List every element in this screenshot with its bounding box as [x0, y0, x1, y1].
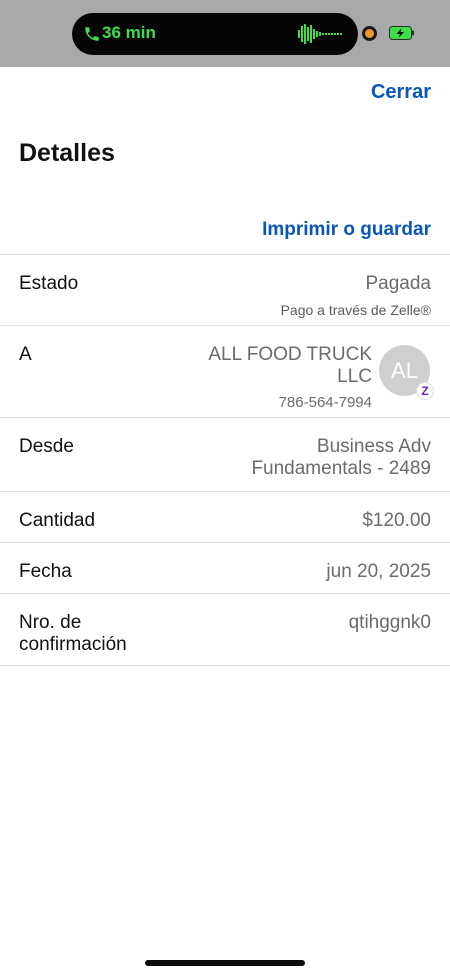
- recipient-name-line2: LLC: [337, 366, 372, 387]
- recipient-name: ALL FOOD TRUCK LLC: [192, 344, 372, 388]
- camera-indicator-icon: [362, 26, 377, 41]
- amount-row: Cantidad $120.00: [0, 491, 450, 542]
- from-account-line1: Business Adv: [316, 436, 431, 457]
- payment-method-note: Pago a través de Zelle®: [280, 302, 431, 318]
- status-label: Estado: [19, 273, 79, 294]
- status-row: Estado Pagada Pago a través de Zelle®: [0, 254, 450, 325]
- home-indicator[interactable]: [145, 960, 305, 966]
- from-account: Business Adv Fundamentals - 2489: [251, 436, 431, 480]
- confirmation-label-line1: Nro. de: [19, 612, 82, 633]
- phone-icon: [85, 27, 99, 41]
- date-value: jun 20, 2025: [326, 561, 431, 582]
- from-account-line2: Fundamentals - 2489: [251, 458, 431, 479]
- confirmation-label-line2: confirmación: [19, 634, 127, 655]
- zelle-icon: Z: [416, 382, 434, 400]
- amount-label: Cantidad: [19, 510, 96, 531]
- date-row: Fecha jun 20, 2025: [0, 542, 450, 593]
- date-label: Fecha: [19, 561, 72, 582]
- status-value: Pagada: [365, 273, 431, 294]
- page-title: Detalles: [19, 139, 115, 167]
- status-bar: 36 min: [0, 0, 450, 67]
- waveform-icon: [298, 24, 342, 44]
- recipient-name-line1: ALL FOOD TRUCK: [208, 344, 372, 365]
- from-label: Desde: [19, 436, 74, 457]
- divider: [0, 665, 450, 666]
- call-duration: 36 min: [102, 23, 156, 42]
- recipient-row[interactable]: A ALL FOOD TRUCK LLC 786-564-7994 AL Z: [0, 325, 450, 417]
- confirmation-row: Nro. de confirmación qtihggnk0: [0, 593, 450, 665]
- from-row: Desde Business Adv Fundamentals - 2489: [0, 417, 450, 491]
- print-or-save-button[interactable]: Imprimir o guardar: [262, 219, 431, 241]
- close-button[interactable]: Cerrar: [371, 81, 431, 104]
- amount-value: $120.00: [362, 510, 431, 531]
- confirmation-label: Nro. de confirmación: [19, 612, 127, 656]
- battery-charging-icon: [389, 26, 414, 40]
- recipient-label: A: [19, 344, 32, 365]
- dynamic-island[interactable]: 36 min: [72, 13, 358, 55]
- confirmation-value: qtihggnk0: [348, 612, 431, 633]
- details-sheet: Cerrar Detalles Imprimir o guardar Estad…: [0, 67, 450, 975]
- recipient-phone: 786-564-7994: [278, 394, 372, 411]
